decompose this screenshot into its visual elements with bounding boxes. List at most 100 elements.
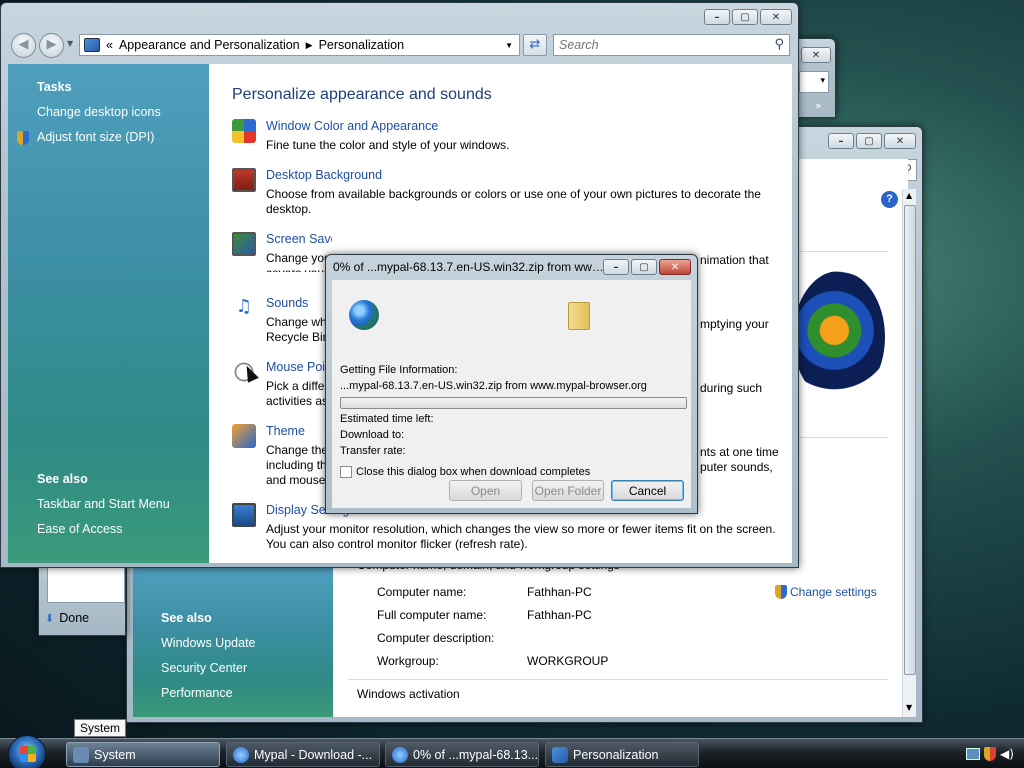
maximize-button[interactable]: ▢	[732, 9, 758, 25]
minimize-button[interactable]: –	[704, 9, 730, 25]
mouse-desc-tail: during such	[700, 381, 763, 395]
taskbar-item-mypal[interactable]: Mypal - Download -...	[226, 742, 380, 767]
security-shield-icon[interactable]	[984, 747, 996, 761]
computer-name-label: Computer name:	[377, 585, 467, 599]
help-icon[interactable]: ?	[881, 191, 898, 208]
item-title[interactable]: Theme	[266, 424, 305, 438]
checkbox-box[interactable]	[340, 466, 352, 478]
cancel-button[interactable]: Cancel	[611, 480, 684, 501]
screen-saver-icon	[232, 232, 256, 256]
breadcrumb-prefix[interactable]: «	[106, 38, 113, 52]
taskbar-item-download[interactable]: 0% of ...mypal-68.13...	[385, 742, 539, 767]
folder-icon	[568, 302, 590, 330]
computer-description-label: Computer description:	[377, 631, 495, 645]
windows-activation-header: Windows activation	[357, 687, 460, 701]
open-button[interactable]: Open	[449, 480, 522, 501]
windows-logo-icon	[20, 746, 36, 762]
taskbar-item-label: Mypal - Download -...	[254, 747, 373, 762]
computer-name-value: Fathhan-PC	[527, 585, 592, 599]
scrollbar[interactable]: ▲ ▼	[902, 189, 916, 717]
theme-icon	[232, 424, 256, 448]
taskbar-item-personalization[interactable]: Personalization	[545, 742, 699, 767]
address-dropdown-icon[interactable]: ▼	[505, 41, 513, 50]
sounds-item[interactable]: ♫ Sounds Change which sounds are heard w…	[232, 296, 332, 348]
item-title[interactable]: Mouse Pointers	[266, 360, 332, 374]
minimize-button[interactable]: –	[603, 259, 629, 275]
windows-update-link[interactable]: Windows Update	[161, 636, 256, 650]
see-also-title: See also	[37, 472, 88, 486]
item-description: Pick a different mouse pointer. You can …	[266, 379, 332, 408]
close-button[interactable]: ✕	[659, 259, 691, 275]
file-label: ...mypal-68.13.7.en-US.win32.zip from ww…	[340, 380, 647, 392]
change-desktop-icons-link[interactable]: Change desktop icons	[37, 105, 161, 119]
close-when-done-checkbox[interactable]: Close this dialog box when download comp…	[340, 466, 590, 478]
system-icon	[73, 746, 89, 763]
screen-saver-item[interactable]: Screen Saver Change your screen saver or…	[232, 232, 332, 272]
minimize-button[interactable]: –	[828, 133, 854, 149]
page-title: Personalize appearance and sounds	[232, 86, 492, 103]
workgroup-label: Workgroup:	[377, 654, 439, 668]
dialog-title: 0% of ...mypal-68.13.7.en-US.win32.zip f…	[333, 260, 605, 274]
maximize-button[interactable]: ▢	[856, 133, 882, 149]
progress-bar	[340, 397, 687, 409]
estimated-time-label: Estimated time left:	[340, 413, 434, 425]
search-box[interactable]: ⚲	[553, 34, 790, 56]
item-title[interactable]: Screen Saver	[266, 232, 332, 246]
scroll-down-arrow[interactable]: ▼	[906, 703, 912, 712]
taskbar-item-label: Personalization	[573, 747, 659, 762]
network-icon[interactable]	[966, 748, 980, 760]
open-folder-button[interactable]: Open Folder	[532, 480, 604, 501]
taskbar-start-menu-link[interactable]: Taskbar and Start Menu	[37, 497, 170, 511]
chevron-more-icon[interactable]: »	[815, 99, 822, 112]
maximize-button[interactable]: ▢	[631, 259, 657, 275]
ease-of-access-link[interactable]: Ease of Access	[37, 522, 122, 536]
breadcrumb-personalization[interactable]: Personalization	[319, 38, 404, 52]
change-settings-link[interactable]: Change settings	[775, 585, 877, 599]
volume-icon[interactable]: ◀)	[1000, 747, 1014, 761]
search-input[interactable]	[554, 35, 754, 55]
back-button[interactable]: ◀	[11, 33, 36, 58]
full-computer-name-value: Fathhan-PC	[527, 608, 592, 622]
sounds-desc-tail: mptying your	[700, 317, 769, 331]
browser-icon	[392, 746, 408, 763]
theme-item[interactable]: Theme Change the theme. Themes can chang…	[232, 424, 332, 491]
screen-saver-desc-tail: nimation that	[700, 253, 769, 267]
breadcrumb-appearance[interactable]: Appearance and Personalization	[119, 38, 300, 52]
refresh-button[interactable]: ⇄	[523, 34, 547, 56]
item-description: Change the theme. Themes can change a wi…	[266, 443, 332, 487]
recent-pages-chevron-icon[interactable]: ▼	[67, 39, 73, 48]
download-arrow-icon: ⬇	[45, 612, 55, 625]
shield-icon	[775, 585, 787, 599]
close-button[interactable]: ✕	[801, 47, 831, 63]
status-label: Getting File Information:	[340, 364, 458, 376]
transfer-rate-label: Transfer rate:	[340, 445, 406, 457]
adjust-font-size-link[interactable]: Adjust font size (DPI)	[37, 130, 154, 144]
divider	[348, 679, 888, 680]
item-title[interactable]: Sounds	[266, 296, 308, 310]
forward-button[interactable]: ▶	[39, 33, 64, 58]
download-dialog: 0% of ...mypal-68.13.7.en-US.win32.zip f…	[325, 254, 698, 514]
globe-icon	[349, 300, 379, 330]
item-description: Choose from available backgrounds or col…	[266, 187, 761, 216]
scroll-up-arrow[interactable]: ▲	[906, 191, 912, 200]
search-icon[interactable]: ⚲	[774, 37, 784, 52]
security-center-link[interactable]: Security Center	[161, 661, 247, 675]
item-title[interactable]: Window Color and Appearance	[266, 119, 438, 133]
taskbar-item-system[interactable]: System	[66, 742, 220, 767]
breadcrumb-separator-icon: ▶	[305, 39, 313, 50]
done-status: ⬇ Done	[45, 611, 89, 625]
item-title[interactable]: Desktop Background	[266, 168, 382, 182]
theme-desc-tail: nts at one time puter sounds,	[700, 445, 779, 474]
close-button[interactable]: ✕	[884, 133, 916, 149]
download-to-label: Download to:	[340, 429, 405, 441]
workgroup-value: WORKGROUP	[527, 654, 609, 668]
start-button[interactable]	[8, 735, 46, 768]
close-button[interactable]: ✕	[760, 9, 792, 25]
see-also-title: See also	[161, 611, 212, 625]
dropdown-partial[interactable]: ▾	[799, 71, 829, 93]
address-bar[interactable]: « Appearance and Personalization ▶ Perso…	[79, 34, 520, 56]
performance-link[interactable]: Performance	[161, 686, 233, 700]
control-panel-icon	[552, 746, 568, 763]
system-left-pane: See also Windows Update Security Center …	[133, 567, 333, 717]
scroll-thumb[interactable]	[904, 205, 916, 675]
